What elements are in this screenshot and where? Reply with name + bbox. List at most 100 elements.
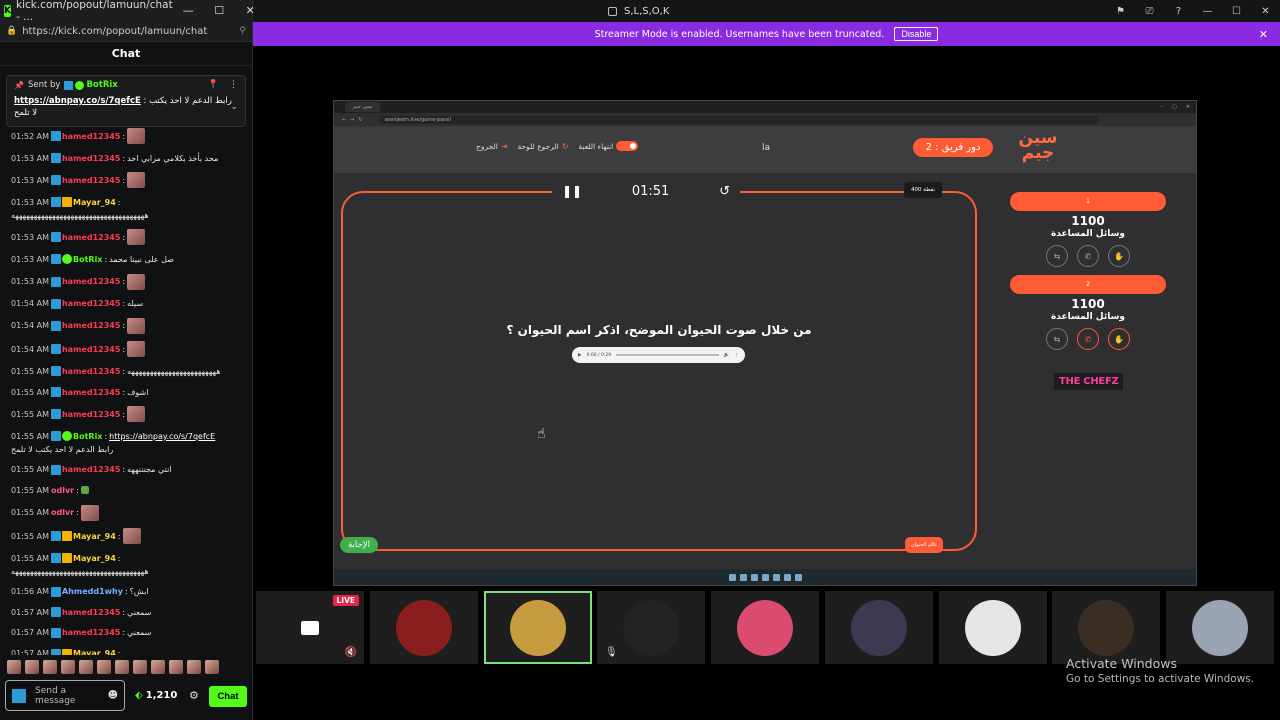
chat-message[interactable]: 01:57 AM hamed12345: سمعني bbox=[11, 606, 243, 619]
participant-thumbnail[interactable]: 🎙 bbox=[597, 591, 705, 664]
message-username[interactable]: hamed12345 bbox=[62, 297, 120, 310]
message-username[interactable]: hamed12345 bbox=[62, 343, 120, 356]
channel-points[interactable]: ⬖ 1,210 bbox=[135, 690, 177, 701]
swap-icon[interactable]: ⇆ bbox=[1046, 328, 1068, 350]
message-username[interactable]: odlvr bbox=[51, 484, 74, 497]
browser-icon[interactable] bbox=[772, 573, 780, 581]
close-banner-icon[interactable]: ✕ bbox=[1259, 28, 1268, 41]
maximize-button[interactable]: ☐ bbox=[204, 4, 235, 17]
taskview-icon[interactable] bbox=[750, 573, 758, 581]
hand-icon[interactable]: ✋ bbox=[1108, 328, 1130, 350]
more-options-icon[interactable]: ⋮ bbox=[229, 80, 238, 90]
chat-message[interactable]: 01:57 AMMayar_94:ههههههههههههههههههههههه… bbox=[11, 647, 243, 655]
emote-icon[interactable] bbox=[169, 660, 183, 674]
message-username[interactable]: hamed12345 bbox=[62, 626, 120, 639]
chat-message[interactable]: 01:55 AM hamed12345: bbox=[11, 406, 243, 423]
emote-icon[interactable] bbox=[43, 660, 57, 674]
message-link[interactable]: https://abnpay.co/s/7qefcE bbox=[109, 430, 215, 443]
message-username[interactable]: hamed12345 bbox=[62, 408, 120, 421]
chat-message[interactable]: 01:53 AM hamed12345: bbox=[11, 273, 243, 290]
emote-icon[interactable] bbox=[205, 660, 219, 674]
minimize-icon[interactable]: — bbox=[1193, 6, 1222, 17]
cast-icon[interactable]: ⎚ bbox=[1135, 6, 1164, 17]
message-username[interactable]: Ahmedd1why bbox=[62, 585, 123, 598]
emote-icon[interactable] bbox=[7, 660, 21, 674]
participant-thumbnail[interactable] bbox=[484, 591, 592, 664]
participant-thumbnail[interactable]: LIVE 🔇 bbox=[256, 591, 364, 664]
max-icon[interactable]: ▢ bbox=[1172, 104, 1177, 110]
chat-message[interactable]: 01:55 AM BotRix: https://abnpay.co/s/7qefc… bbox=[11, 430, 243, 456]
play-icon[interactable]: ▶ bbox=[578, 353, 581, 358]
audio-more-icon[interactable]: ⋮ bbox=[735, 353, 740, 358]
swap-icon[interactable]: ⇆ bbox=[1046, 245, 1068, 267]
address-bar[interactable]: 🔒 https://kick.com/popout/lamuun/chat ⚲ bbox=[0, 21, 252, 42]
close-icon[interactable]: ✕ bbox=[1186, 104, 1190, 110]
answer-button[interactable]: الإجابة bbox=[340, 537, 378, 553]
message-username[interactable]: hamed12345 bbox=[62, 231, 120, 244]
reset-timer-icon[interactable]: ↺ bbox=[719, 184, 730, 199]
emoji-picker-icon[interactable]: ☻ bbox=[108, 690, 118, 701]
game-address-bar[interactable]: ←→↻ seenjeem.live/game-panel bbox=[334, 113, 1196, 127]
explorer-icon[interactable] bbox=[761, 573, 769, 581]
start-icon[interactable] bbox=[728, 573, 736, 581]
shared-game-window[interactable]: سين جيم – ▢ ✕ ←→↻ seenjeem.live/game-panel… bbox=[333, 100, 1197, 586]
pinned-message[interactable]: 📌 Sent by BotRix 📍 ⋮ رابط الدعم لا احد ي… bbox=[6, 75, 246, 127]
search-icon[interactable] bbox=[739, 573, 747, 581]
participant-thumbnail[interactable] bbox=[1052, 591, 1160, 664]
chat-message[interactable]: 01:53 AM hamed12345: bbox=[11, 172, 243, 189]
participant-thumbnail[interactable] bbox=[825, 591, 933, 664]
speaker-icon[interactable]: 🔇 bbox=[345, 647, 357, 658]
app-icon[interactable] bbox=[794, 573, 802, 581]
emote-icon[interactable] bbox=[187, 660, 201, 674]
pause-icon[interactable]: ❚❚ bbox=[562, 184, 582, 198]
send-chat-button[interactable]: Chat bbox=[209, 686, 247, 707]
emote-icon[interactable] bbox=[61, 660, 75, 674]
min-icon[interactable]: – bbox=[1161, 104, 1164, 110]
chat-message-input[interactable]: Send a message ☻ bbox=[5, 680, 125, 711]
chat-message[interactable]: 01:55 AM hamed12345: ههههههههههههههههههههه… bbox=[11, 365, 243, 378]
audio-track[interactable] bbox=[616, 354, 719, 356]
participant-thumbnail[interactable] bbox=[711, 591, 819, 664]
message-username[interactable]: Mayar_94 bbox=[73, 647, 116, 655]
exit-button[interactable]: ⇥ الخروج bbox=[476, 142, 508, 151]
pinned-link[interactable]: https://abnpay.co/s/7qefcE bbox=[14, 96, 141, 106]
chat-message[interactable]: 01:54 AM hamed12345: سيله bbox=[11, 297, 243, 310]
category-button[interactable]: عالم الحيوان bbox=[905, 537, 944, 553]
extension-icon[interactable]: ⚲ bbox=[239, 26, 246, 36]
back-to-board-button[interactable]: ↻ الرجوع للوحة bbox=[518, 142, 569, 151]
app-icon[interactable] bbox=[783, 573, 791, 581]
message-username[interactable]: hamed12345 bbox=[62, 174, 120, 187]
message-username[interactable]: odlvr bbox=[51, 506, 74, 519]
message-username[interactable]: hamed12345 bbox=[62, 606, 120, 619]
help-icon[interactable]: ? bbox=[1164, 6, 1193, 17]
message-username[interactable]: hamed12345 bbox=[62, 319, 120, 332]
chat-message[interactable]: 01:55 AM Mayar_94: ههههههههههههههههههههههه… bbox=[11, 552, 243, 578]
emote-icon[interactable] bbox=[97, 660, 111, 674]
chat-message[interactable]: 01:57 AM hamed12345: سمعني bbox=[11, 626, 243, 639]
chat-message[interactable]: 01:52 AM hamed12345: bbox=[11, 128, 243, 144]
message-username[interactable]: Mayar_94 bbox=[73, 530, 116, 543]
chat-message[interactable]: 01:54 AM hamed12345: bbox=[11, 317, 243, 334]
message-username[interactable]: Mayar_94 bbox=[73, 552, 116, 565]
emote-icon[interactable] bbox=[79, 660, 93, 674]
message-username[interactable]: hamed12345 bbox=[62, 365, 120, 378]
nav-arrows-icon[interactable]: ←→↻ bbox=[342, 117, 367, 123]
message-username[interactable]: hamed12345 bbox=[62, 275, 120, 288]
close-icon[interactable]: ✕ bbox=[1251, 6, 1280, 17]
participant-thumbnail[interactable] bbox=[370, 591, 478, 664]
end-game-button[interactable]: انتهاء اللعبة bbox=[578, 141, 639, 151]
audio-player[interactable]: ▶ 0:00 / 0:29 🔊 ⋮ bbox=[572, 347, 745, 363]
pinned-username[interactable]: BotRix bbox=[86, 80, 117, 90]
message-username[interactable]: BotRix bbox=[73, 430, 102, 443]
message-username[interactable]: BotRix bbox=[73, 253, 102, 266]
hand-icon[interactable]: ✋ bbox=[1108, 245, 1130, 267]
chat-message[interactable]: 01:55 AM hamed12345: انتي مجنننههه bbox=[11, 463, 243, 476]
participant-thumbnail[interactable] bbox=[1166, 591, 1274, 664]
chat-message[interactable]: 01:53 AM BotRix: صل على نبينا محمد bbox=[11, 253, 243, 266]
chat-message[interactable]: 01:56 AM Ahmedd1why: ابش؟ bbox=[11, 585, 243, 598]
chat-message[interactable]: 01:55 AM odlvr: bbox=[11, 484, 243, 497]
message-username[interactable]: hamed12345 bbox=[62, 463, 120, 476]
phone-icon[interactable]: ✆ bbox=[1077, 328, 1099, 350]
unpin-icon[interactable]: 📍 bbox=[208, 80, 219, 90]
minimize-button[interactable]: — bbox=[173, 4, 204, 17]
